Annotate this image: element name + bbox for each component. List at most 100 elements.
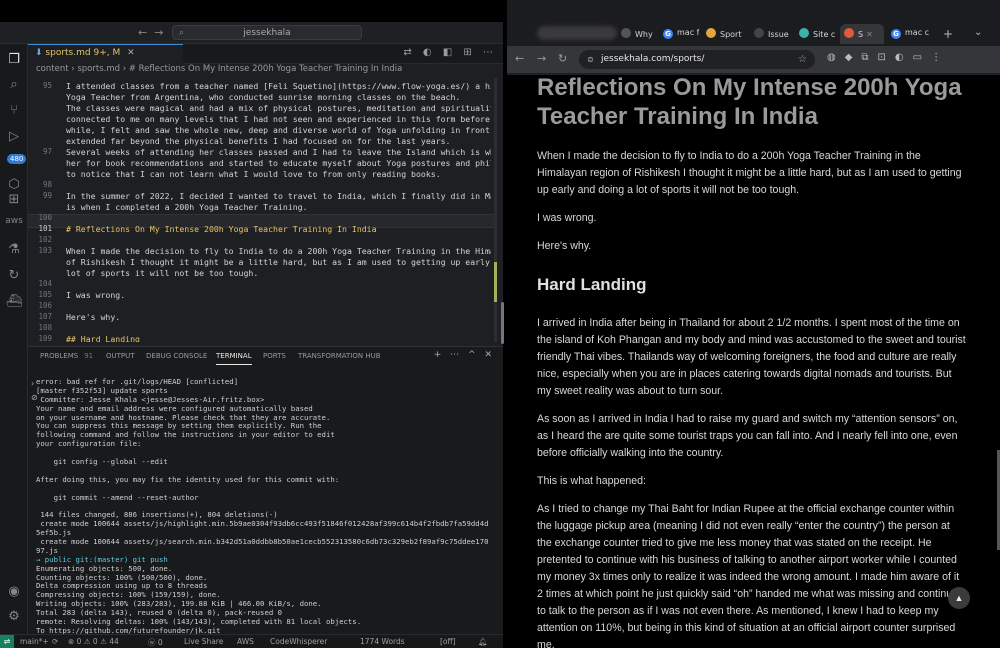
- code-line: Yoga Teacher from Argentina, who conduct…: [66, 92, 461, 102]
- explorer-icon[interactable]: ❐: [0, 52, 28, 67]
- browser-tab[interactable]: Sport: [702, 24, 746, 44]
- extension-icons[interactable]: ◍◆⧉⊡◐▭⋮: [827, 52, 950, 63]
- bell-icon[interactable]: 🔔︎: [478, 637, 488, 646]
- browser-tab[interactable]: Why: [617, 24, 657, 44]
- command-center-label: jessekhala: [243, 28, 291, 38]
- close-icon[interactable]: ✕: [866, 30, 873, 39]
- status-problems[interactable]: ⊗ 0 ⚠ 0 ⚠ 44: [68, 637, 119, 646]
- paragraph: I was wrong.: [537, 212, 597, 224]
- panel-tab-output[interactable]: OUTPUT: [106, 352, 135, 360]
- status-live-share[interactable]: Live Share: [184, 637, 223, 646]
- new-tab-button[interactable]: +: [943, 27, 953, 41]
- panel-actions[interactable]: + ⋯ ^ ✕: [434, 350, 495, 360]
- source-control-icon[interactable]: ⑂: [0, 103, 28, 118]
- search-icon[interactable]: ⌕: [0, 77, 28, 92]
- code-line: of Rishikesh I thought it might be a lit…: [66, 257, 490, 267]
- line-number: 102: [38, 235, 52, 244]
- tab-search-chevron-icon[interactable]: ⌄: [974, 27, 982, 38]
- testing-icon[interactable]: ⚗: [0, 242, 28, 257]
- code-editor[interactable]: 95 I attended classes from a teacher name…: [28, 78, 496, 342]
- address-bar[interactable]: ⊜ jessekhala.com/sports/ ☆: [579, 50, 815, 69]
- account-icon[interactable]: ◉: [0, 584, 28, 599]
- code-line: her for book recommendations and started…: [66, 158, 491, 168]
- browser-tab[interactable]: S ✕: [840, 24, 884, 44]
- status-branch[interactable]: main*+: [20, 637, 49, 646]
- back-button[interactable]: ←: [515, 52, 524, 65]
- line-number: 107: [38, 312, 52, 321]
- terminal-line: remote: Resolving deltas: 100% (143/143)…: [36, 618, 362, 627]
- remote-indicator-icon[interactable]: ⇌: [0, 635, 14, 648]
- panel-tab-label: TERMINAL: [216, 352, 252, 360]
- browser-tab[interactable]: Issue: [750, 24, 792, 44]
- docker-icon[interactable]: ⛴: [0, 294, 28, 309]
- terminal-line: To https://github.com/futurefounder/jk.g…: [36, 626, 221, 634]
- code-line: Here's why.: [66, 312, 121, 322]
- code-line: # Reflections On My Intense 200h Yoga Te…: [66, 224, 377, 234]
- activity-bar: ❐ ⌕ ⑂ ▷ 480 ⬡ ⊞ aws ⚗ ↻ ⛴ ◉ ⚙: [0, 44, 28, 634]
- browser-tab[interactable]: Gmac f: [659, 24, 699, 44]
- scroll-to-top-button[interactable]: ▲: [948, 587, 970, 609]
- bookmark-star-icon[interactable]: ☆: [798, 50, 807, 69]
- editor-tab-bar: ⬇ sports.md 9+, M ✕ ⇄ ◐ ◧ ⊞ ⋯: [28, 44, 503, 64]
- terminal-line: 5ef5b.js: [36, 529, 72, 538]
- panel-tab-label: TRANSFORMATION HUB: [298, 352, 381, 360]
- editor-actions[interactable]: ⇄ ◐ ◧ ⊞ ⋯: [403, 47, 497, 58]
- paragraph: This is what happened:: [537, 475, 646, 487]
- extensions-icon[interactable]: ⊞: [0, 192, 28, 207]
- paragraph: As soon as I arrived in India I had to r…: [537, 413, 958, 459]
- line-number: 101: [38, 224, 52, 233]
- code-line: I was wrong.: [66, 290, 126, 300]
- terminal-line: Enumerating objects: 500, done.: [36, 564, 173, 573]
- forward-button[interactable]: →: [537, 52, 546, 65]
- terminal-line: Writing objects: 100% (283/283), 199.88 …: [36, 600, 322, 609]
- terminal[interactable]: error: bad ref for .git/logs/HEAD [confl…: [36, 378, 496, 634]
- panel-tab-ports[interactable]: PORTS: [263, 352, 286, 360]
- tab-sports-md[interactable]: ⬇ sports.md 9+, M ✕: [28, 44, 183, 64]
- status-bar: ⇌ main*+ ⟳ ⊗ 0 ⚠ 0 ⚠ 44 ⓦ 0 Live Share A…: [0, 634, 503, 648]
- chevron-right-icon[interactable]: ›: [31, 379, 34, 388]
- gear-icon[interactable]: ⚙: [0, 609, 28, 624]
- line-number: 108: [38, 323, 52, 332]
- editor-scrollbar[interactable]: [494, 78, 497, 342]
- tab-title: Sport: [720, 30, 742, 39]
- code-line: ## Hard Landing: [66, 334, 140, 342]
- terminal-line: Counting objects: 100% (500/500), done.: [36, 573, 208, 582]
- remote-explorer-icon[interactable]: ⬡: [0, 177, 28, 192]
- url-text: jessekhala.com/sports/: [601, 54, 705, 64]
- line-number: 100: [38, 213, 52, 222]
- terminal-line: → public git:(master) git push: [36, 555, 168, 564]
- panel-tab-problems[interactable]: PROBLEMS 91: [40, 352, 93, 360]
- panel-tab-transformation-hub[interactable]: TRANSFORMATION HUB: [298, 352, 381, 360]
- split-drag-handle[interactable]: [501, 302, 504, 344]
- aws-icon[interactable]: aws: [0, 216, 28, 226]
- browser-tab[interactable]: Gmac c: [887, 24, 937, 44]
- run-debug-icon[interactable]: ▷: [0, 129, 28, 144]
- breadcrumb[interactable]: content › sports.md › # Reflections On M…: [36, 64, 496, 78]
- browser-tab[interactable]: Site c: [795, 24, 837, 44]
- status-ports[interactable]: ⓦ 0: [148, 637, 163, 648]
- live-share-icon[interactable]: ↻: [0, 268, 28, 283]
- tab-favicon-icon: [621, 28, 631, 38]
- tab-favicon-icon: [754, 28, 764, 38]
- close-icon[interactable]: ✕: [127, 48, 135, 58]
- reload-button[interactable]: ↻: [558, 52, 567, 65]
- tab-favicon-icon: [799, 28, 809, 38]
- command-center-search[interactable]: ⌕ jessekhala: [172, 25, 362, 40]
- tab-title: Site c: [813, 30, 836, 39]
- panel-tab-terminal[interactable]: TERMINAL: [216, 352, 252, 365]
- status-aws[interactable]: AWS: [237, 637, 254, 646]
- terminal-line: After doing this, you may fix the identi…: [36, 475, 340, 484]
- nav-arrows[interactable]: ← →: [138, 26, 163, 39]
- panel-tab-label: OUTPUT: [106, 352, 135, 360]
- terminal-line: Your name and email address were configu…: [36, 404, 313, 413]
- status-off[interactable]: [off]: [440, 637, 456, 646]
- line-number: 105: [38, 290, 52, 299]
- line-number: 99: [42, 191, 52, 200]
- panel-tab-debug-console[interactable]: DEBUG CONSOLE: [146, 352, 207, 360]
- status-codewhisperer[interactable]: CodeWhisperer: [270, 637, 327, 646]
- section-heading: Hard Landing: [537, 275, 647, 294]
- terminal-line: 97.js: [36, 546, 58, 555]
- site-info-icon[interactable]: ⊜: [587, 50, 594, 69]
- status-sync-icon[interactable]: ⟳: [52, 637, 58, 646]
